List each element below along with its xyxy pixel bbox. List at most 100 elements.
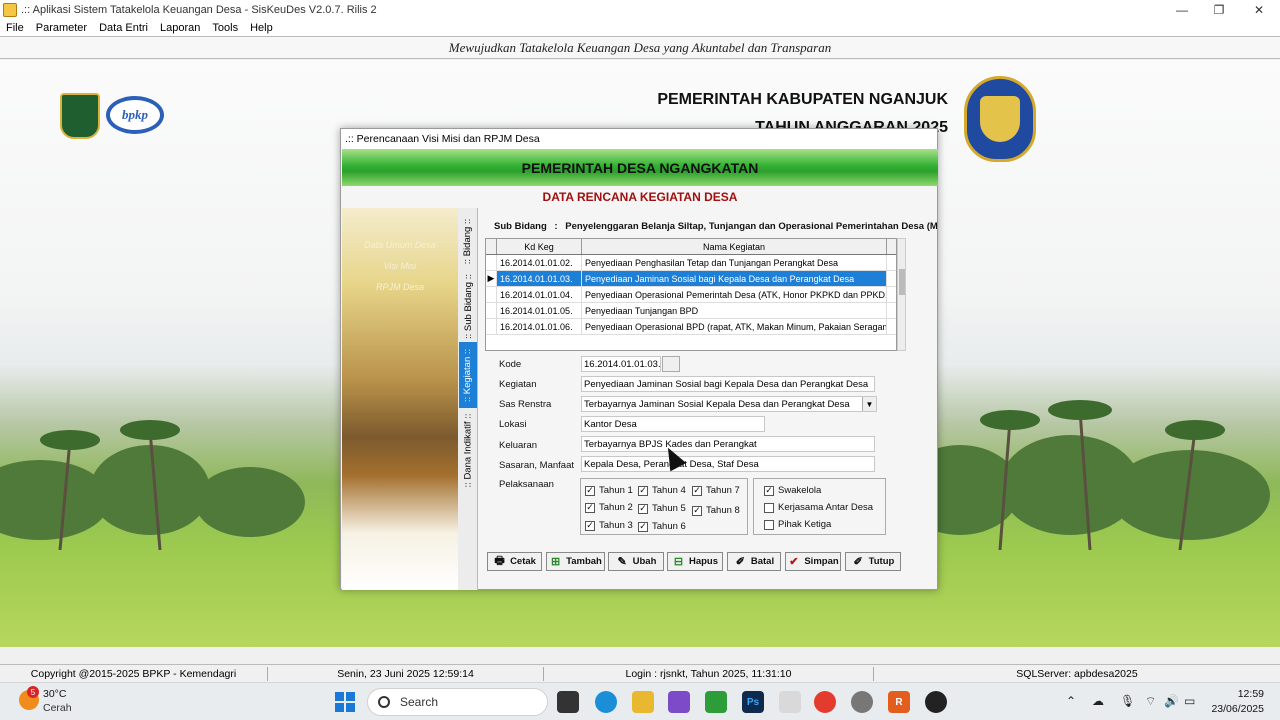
tab-sub-bidang[interactable]: :: Sub Bidang :: (459, 272, 477, 340)
cetak-button[interactable]: 🖶 Cetak (487, 552, 542, 571)
onedrive-icon[interactable]: ☁ (1092, 694, 1104, 708)
menu-help[interactable]: Help (244, 22, 279, 34)
table-row-selected[interactable]: ▶ 16.2014.01.01.03. Penyediaan Jaminan S… (486, 271, 896, 287)
side-label-rpjm: RPJM Desa (375, 282, 424, 292)
kegiatan-grid[interactable]: Kd Keg Nama Kegiatan 16.2014.01.01.02. P… (485, 238, 897, 351)
checkmark-icon: ✔ (789, 556, 799, 568)
close-button[interactable]: ✕ (1239, 0, 1279, 20)
chevron-up-icon[interactable]: ⌃ (1066, 694, 1076, 708)
checkbox-swakelola[interactable]: ✓ Swakelola (764, 485, 821, 496)
microphone-icon[interactable]: 🎙 (1120, 694, 1135, 708)
batal-button[interactable]: ✐ Batal (727, 552, 781, 571)
app-icon-red-dot[interactable] (925, 691, 947, 713)
photos-icon[interactable] (668, 691, 690, 713)
check-icon: ✓ (638, 521, 648, 532)
table-row[interactable]: 16.2014.01.01.04. Penyediaan Operasional… (486, 287, 896, 303)
taskbar-search[interactable]: Search (367, 688, 548, 716)
scrollbar-thumb[interactable] (899, 269, 905, 295)
tab-dana-indikatif[interactable]: :: Dana Indikatif :: (459, 410, 477, 490)
sas-renstra-value: Terbayarnya Jaminan Sosial Kepala Desa d… (584, 398, 850, 410)
sub-bidang-value: Penyelenggaran Belanja Siltap, Tunjangan… (565, 221, 937, 232)
checkbox-tahun-2[interactable]: ✓ Tahun 2 (585, 502, 633, 513)
checkbox-tahun-7[interactable]: ✓ Tahun 7 (692, 485, 740, 496)
battery-icon[interactable]: ▭ (1184, 694, 1195, 708)
wifi-icon[interactable]: ⌔ (1145, 694, 1156, 709)
status-datetime: Senin, 23 Juni 2025 12:59:14 (268, 667, 544, 681)
edit-icon: ✎ (617, 556, 627, 568)
menu-tools[interactable]: Tools (206, 22, 244, 34)
minimize-button[interactable]: — (1162, 0, 1202, 20)
hapus-button[interactable]: ⊟ Hapus (667, 552, 723, 571)
sasaran-field[interactable]: Kepala Desa, Perangkat Desa, Staf Desa (581, 456, 875, 472)
tutup-button[interactable]: ✐ Tutup (845, 552, 901, 571)
delete-icon: ⊟ (673, 556, 684, 568)
menu-laporan[interactable]: Laporan (154, 22, 206, 34)
kegiatan-field[interactable]: Penyediaan Jaminan Sosial bagi Kepala De… (581, 376, 875, 392)
sas-renstra-select[interactable]: Terbayarnya Jaminan Sosial Kepala Desa d… (581, 396, 877, 412)
pelaksanaan-label: Pelaksanaan (499, 479, 554, 490)
check-icon: ✓ (585, 520, 595, 531)
sasaran-label: Sasaran, Manfaat (499, 460, 574, 471)
table-row[interactable]: 16.2014.01.01.02. Penyediaan Penghasilan… (486, 255, 896, 271)
volume-icon[interactable]: 🔊 (1164, 694, 1179, 708)
kemendagri-logo (60, 93, 100, 139)
keluaran-label: Keluaran (499, 440, 538, 451)
simpan-button[interactable]: ✔ Simpan (785, 552, 841, 571)
siskeudes-icon[interactable] (779, 691, 801, 713)
weather-condition: Cerah (43, 702, 72, 714)
row-kd: 16.2014.01.01.03. (497, 271, 582, 286)
row-kd: 16.2014.01.01.02. (497, 255, 582, 270)
table-row[interactable]: 16.2014.01.01.06. Penyediaan Operasional… (486, 319, 896, 335)
side-label-visi-misi: Visi Misi (383, 261, 417, 271)
row-marker-icon: ▶ (486, 271, 497, 286)
chevron-down-icon[interactable]: ▼ (862, 397, 876, 411)
checkbox-pihak-ketiga[interactable]: Pihak Ketiga (764, 519, 831, 530)
sub-bidang-label: Sub Bidang (494, 221, 547, 232)
check-icon: ✓ (638, 485, 648, 496)
check-icon: ✓ (638, 503, 648, 514)
maximize-button[interactable]: ❐ (1199, 0, 1239, 20)
menu-parameter[interactable]: Parameter (30, 22, 93, 34)
tab-kegiatan[interactable]: :: Kegiatan :: (459, 342, 477, 408)
checkbox-tahun-6[interactable]: ✓ Tahun 6 (638, 521, 686, 532)
clock-date[interactable]: 23/06/2025 (1200, 703, 1264, 715)
keluaran-field[interactable]: Terbayarnya BPJS Kades dan Perangkat (581, 436, 875, 452)
xbox-icon[interactable] (705, 691, 727, 713)
kode-lookup-button[interactable] (662, 356, 680, 372)
chrome-icon[interactable] (814, 691, 836, 713)
edge-icon[interactable] (595, 691, 617, 713)
checkbox-kerjasama[interactable]: Kerjasama Antar Desa (764, 502, 873, 513)
clock-time[interactable]: 12:59 (1228, 688, 1264, 700)
lokasi-label: Lokasi (499, 419, 527, 430)
photoshop-icon[interactable]: Ps (742, 691, 764, 713)
ubah-button[interactable]: ✎ Ubah (608, 552, 664, 571)
checkbox-tahun-5[interactable]: ✓ Tahun 5 (638, 503, 686, 514)
table-row[interactable]: 16.2014.01.01.05. Penyediaan Tunjangan B… (486, 303, 896, 319)
menu-file[interactable]: File (0, 22, 30, 34)
check-icon: ✓ (764, 485, 774, 496)
windows-start-icon[interactable] (335, 692, 355, 712)
windows-taskbar: 5 30°C Cerah Search Ps R ⌃ ☁ 🎙 ⌔ 🔊 ▭ 12:… (0, 682, 1280, 720)
checkbox-tahun-1[interactable]: ✓ Tahun 1 (585, 485, 633, 496)
menu-data-entri[interactable]: Data Entri (93, 22, 154, 34)
file-explorer-icon[interactable] (632, 691, 654, 713)
settings-icon[interactable] (851, 691, 873, 713)
side-label-data-umum: Data Umum Desa (364, 240, 436, 250)
checkbox-tahun-8[interactable]: ✓ Tahun 8 (692, 505, 740, 516)
lokasi-field[interactable]: Kantor Desa (581, 416, 765, 432)
grid-header-nama: Nama Kegiatan (582, 239, 887, 254)
add-icon: ⊞ (551, 556, 561, 568)
row-nama: Penyediaan Jaminan Sosial bagi Kepala De… (582, 271, 887, 286)
tab-bidang[interactable]: :: Bidang :: (459, 212, 477, 270)
checkbox-tahun-3[interactable]: ✓ Tahun 3 (585, 520, 633, 531)
weather-temp: 30°C (43, 688, 67, 700)
kegiatan-label: Kegiatan (499, 379, 537, 390)
reader-icon[interactable]: R (888, 691, 910, 713)
row-kd: 16.2014.01.01.04. (497, 287, 582, 302)
tambah-button[interactable]: ⊞ Tambah (546, 552, 605, 571)
grid-scrollbar[interactable] (897, 238, 906, 351)
section-title: DATA RENCANA KEGIATAN DESA (542, 190, 738, 204)
task-view-icon[interactable] (557, 691, 579, 713)
kode-field[interactable]: 16.2014.01.01.03. (581, 356, 661, 372)
checkbox-tahun-4[interactable]: ✓ Tahun 4 (638, 485, 686, 496)
